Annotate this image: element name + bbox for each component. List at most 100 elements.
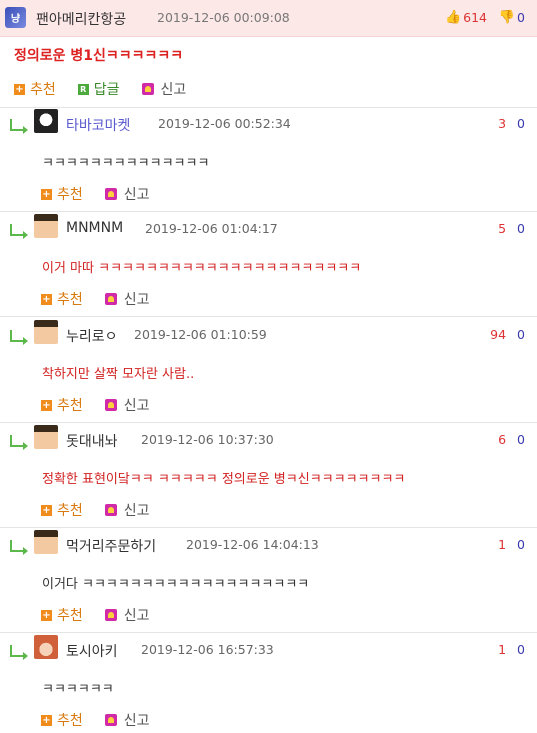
reply-arrow-icon [10, 224, 28, 239]
plus-icon: + [41, 609, 52, 621]
recommend-label: 추천 [30, 82, 56, 98]
comment-actions: + 추천 신고 [41, 500, 172, 520]
report-button[interactable]: 신고 [104, 184, 150, 204]
comment-text: 이거다 ㅋㅋㅋㅋㅋㅋㅋㅋㅋㅋㅋㅋㅋㅋㅋㅋㅋㅋㅋ [42, 577, 310, 592]
comment-actions: + 추천 신고 [41, 289, 172, 309]
report-button[interactable]: 신고 [104, 500, 150, 520]
commenter-avatar[interactable] [34, 109, 58, 133]
commenter-name[interactable]: MNMNM [66, 220, 123, 236]
commenter-name[interactable]: 누리로ㅇ [66, 326, 118, 346]
recommend-button[interactable]: + 추천 [41, 184, 83, 204]
recommend-button[interactable]: + 추천 [41, 710, 83, 730]
recommend-button[interactable]: + 추천 [41, 289, 83, 309]
report-label: 신고 [123, 187, 150, 203]
divider [0, 107, 537, 108]
comment-downvote-count[interactable]: 0 [517, 642, 525, 657]
recommend-label: 추천 [57, 187, 83, 203]
divider [0, 316, 537, 317]
post-upvote[interactable]: 👍 614 [445, 10, 487, 25]
comment-votes: 1 0 [498, 642, 525, 657]
report-button[interactable]: 신고 [104, 289, 150, 309]
divider [0, 632, 537, 633]
post-header: 냥 팬아메리칸항공 2019-12-06 00:09:08 👍 614 👎 0 [0, 0, 537, 37]
comment-votes: 94 0 [490, 327, 525, 342]
report-icon [104, 504, 117, 516]
commenter-avatar[interactable] [34, 320, 58, 344]
post-title: 정의로운 병1신ㅋㅋㅋㅋㅋㅋ [14, 48, 184, 64]
comment-actions: + 추천 신고 [41, 184, 172, 204]
comment-downvote-count[interactable]: 0 [517, 432, 525, 447]
reply-button[interactable]: R 답글 [77, 79, 120, 99]
post-downvote[interactable]: 👎 0 [499, 10, 525, 25]
commenter-avatar[interactable] [34, 214, 58, 238]
recommend-label: 추천 [57, 608, 83, 624]
recommend-label: 추천 [57, 503, 83, 519]
comment-upvote-count[interactable]: 6 [498, 432, 506, 447]
reply-arrow-icon [10, 645, 28, 660]
comment-votes: 3 0 [498, 116, 525, 131]
divider [0, 527, 537, 528]
plus-icon: + [41, 188, 52, 200]
recommend-button[interactable]: + 추천 [41, 395, 83, 415]
comment-date: 2019-12-06 01:04:17 [145, 221, 278, 236]
post-date: 2019-12-06 00:09:08 [157, 10, 290, 25]
comment-text: ㅋㅋㅋㅋㅋㅋㅋㅋㅋㅋㅋㅋㅋㅋ [42, 156, 210, 171]
recommend-button[interactable]: + 추천 [41, 605, 83, 625]
recommend-button[interactable]: + 추천 [41, 500, 83, 520]
divider [0, 422, 537, 423]
comment-date: 2019-12-06 00:52:34 [158, 116, 291, 131]
report-label: 신고 [160, 82, 187, 98]
downvote-count: 0 [517, 10, 525, 25]
divider [0, 211, 537, 212]
report-button[interactable]: 신고 [104, 395, 150, 415]
recommend-label: 추천 [57, 292, 83, 308]
comment-downvote-count[interactable]: 0 [517, 116, 525, 131]
comment-text: 착하지만 살짝 모자란 사람.. [42, 367, 195, 382]
recommend-button[interactable]: + 추천 [14, 79, 56, 99]
commenter-name[interactable]: 토시아키 [66, 641, 118, 661]
comment-upvote-count[interactable]: 5 [498, 221, 506, 236]
post-actions: + 추천 R 답글 신고 [14, 79, 208, 99]
comment-votes: 1 0 [498, 537, 525, 552]
plus-icon: + [41, 293, 52, 305]
reply-arrow-icon [10, 330, 28, 345]
plus-icon: + [41, 504, 52, 516]
comment-votes: 5 0 [498, 221, 525, 236]
comment-downvote-count[interactable]: 0 [517, 221, 525, 236]
report-button[interactable]: 신고 [141, 79, 187, 99]
report-label: 신고 [123, 608, 150, 624]
recommend-label: 추천 [57, 713, 83, 729]
comment-upvote-count[interactable]: 1 [498, 642, 506, 657]
report-label: 신고 [123, 503, 150, 519]
commenter-name[interactable]: 타바코마켓 [66, 115, 130, 135]
comment-date: 2019-12-06 01:10:59 [134, 327, 267, 342]
commenter-name[interactable]: 돗대내놔 [66, 431, 118, 451]
thumbs-down-icon: 👎 [498, 10, 516, 25]
report-button[interactable]: 신고 [104, 605, 150, 625]
report-icon [104, 609, 117, 621]
commenter-avatar[interactable] [34, 635, 58, 659]
plus-icon: + [14, 83, 25, 95]
thumbs-up-icon: 👍 [444, 10, 462, 25]
reply-arrow-icon [10, 119, 28, 134]
report-icon [104, 399, 117, 411]
comment-text: ㅋㅋㅋㅋㅋㅋ [42, 682, 114, 697]
plus-icon: + [41, 399, 52, 411]
comment-text: 이거 마따 ㅋㅋㅋㅋㅋㅋㅋㅋㅋㅋㅋㅋㅋㅋㅋㅋㅋㅋㅋㅋㅋㅋ [42, 261, 362, 276]
comment-downvote-count[interactable]: 0 [517, 537, 525, 552]
reply-arrow-icon [10, 540, 28, 555]
commenter-avatar[interactable] [34, 425, 58, 449]
comment-downvote-count[interactable]: 0 [517, 327, 525, 342]
author-avatar[interactable]: 냥 [5, 7, 26, 28]
reply-icon: R [77, 83, 89, 95]
comment-upvote-count[interactable]: 1 [498, 537, 506, 552]
reply-arrow-icon [10, 435, 28, 450]
report-button[interactable]: 신고 [104, 710, 150, 730]
recommend-label: 추천 [57, 398, 83, 414]
upvote-count: 614 [463, 10, 487, 25]
comment-upvote-count[interactable]: 3 [498, 116, 506, 131]
commenter-avatar[interactable] [34, 530, 58, 554]
comment-upvote-count[interactable]: 94 [490, 327, 506, 342]
commenter-name[interactable]: 먹거리주문하기 [66, 536, 156, 556]
author-name[interactable]: 팬아메리칸항공 [36, 9, 126, 29]
